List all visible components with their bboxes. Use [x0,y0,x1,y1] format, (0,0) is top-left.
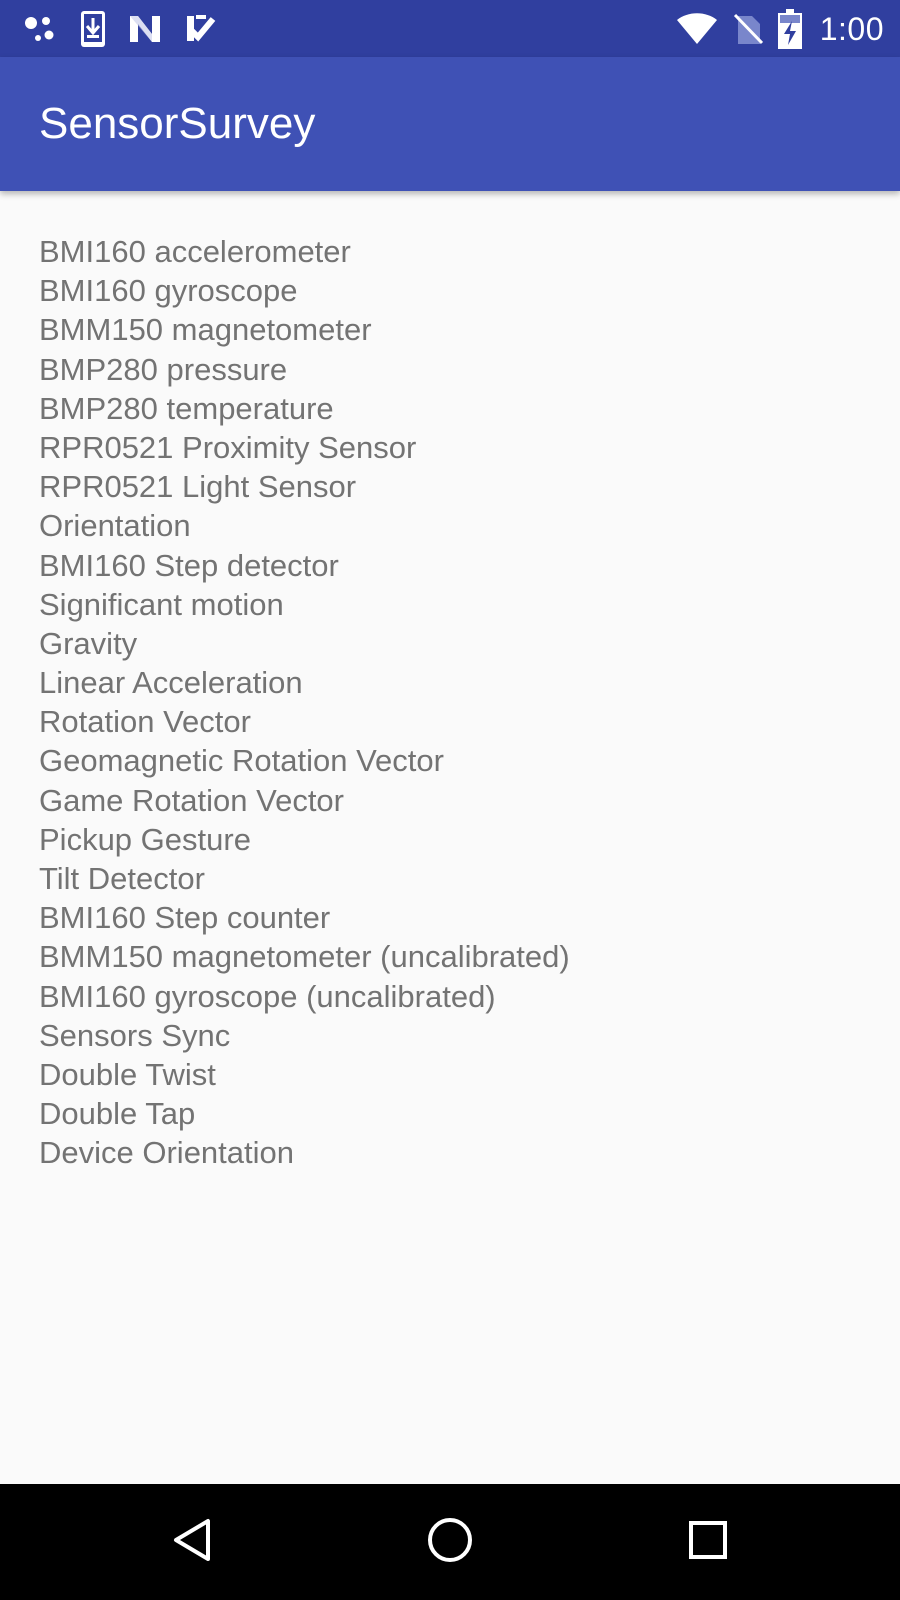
sensor-list: BMI160 accelerometer BMI160 gyroscope BM… [39,232,859,1173]
sensor-item: Double Twist [39,1056,216,1092]
sensor-item: Game Rotation Vector [39,782,344,818]
wifi-icon [676,13,718,45]
no-sim-icon [732,12,764,46]
sensor-item: Significant motion [39,586,284,622]
back-button[interactable] [132,1484,252,1600]
sensor-item: Device Orientation [39,1135,295,1171]
sensor-item: Pickup Gesture [39,821,251,857]
sensor-item: BMI160 accelerometer [39,234,351,269]
sensor-item: Rotation Vector [39,704,251,740]
sensor-item: BMP280 temperature [39,390,334,426]
sensor-item: RPR0521 Proximity Sensor [39,429,417,465]
sensor-item: BMI160 Step detector [39,547,339,583]
sensor-item: Orientation [39,508,191,544]
assistant-dots-icon [22,12,58,46]
sensor-item: Gravity [39,625,138,661]
recents-icon [687,1519,729,1566]
back-icon [170,1517,214,1568]
notification-icons [22,10,216,48]
sensor-item: BMI160 gyroscope [39,273,298,309]
status-time: 1:00 [819,10,884,47]
check-app-icon [184,13,216,45]
sensor-item: BMI160 gyroscope (uncalibrated) [39,978,496,1014]
sensor-item: Double Tap [39,1096,196,1132]
sensor-item: BMI160 Step counter [39,900,331,936]
sensor-item: BMP280 pressure [39,351,288,387]
sensor-item: RPR0521 Light Sensor [39,469,357,505]
sensor-item: Tilt Detector [39,861,205,896]
sensor-list-container: BMI160 accelerometer BMI160 gyroscope BM… [39,232,859,1173]
sensor-item: Linear Acceleration [39,665,303,701]
battery-charging-icon [777,9,802,49]
download-icon [80,10,106,48]
home-icon [426,1516,474,1569]
screen: 1:00 SensorSurvey BMI160 accelerometer B… [0,0,900,1600]
system-icons: 1:00 [676,8,884,50]
app-bar: SensorSurvey [0,57,900,191]
recents-button[interactable] [648,1484,768,1600]
n-logo-icon [128,14,162,44]
sensor-item: Sensors Sync [39,1017,231,1053]
sensor-item: BMM150 magnetometer (uncalibrated) [39,939,570,975]
home-button[interactable] [390,1484,510,1600]
app-title: SensorSurvey [39,99,316,148]
sensor-item: Geomagnetic Rotation Vector [39,743,444,779]
status-bar: 1:00 [0,0,900,57]
sensor-item: BMM150 magnetometer [39,312,372,348]
navigation-bar [0,1484,900,1600]
